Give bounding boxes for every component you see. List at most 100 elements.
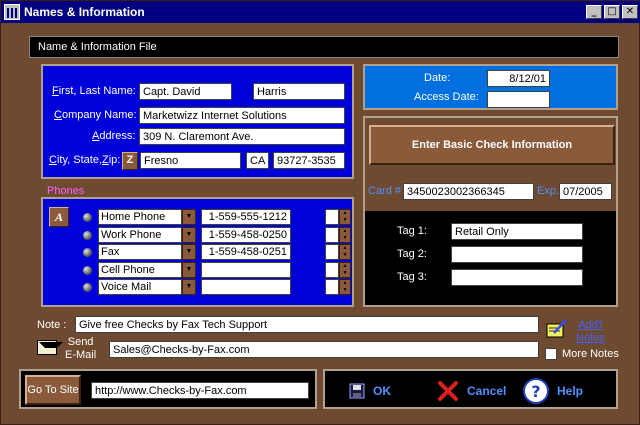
ok-label: OK [373, 384, 391, 398]
cancel-label: Cancel [467, 384, 507, 398]
phone-row: Home Phone ▼ 1-559-555-1212 ▲ ▼ [83, 209, 351, 225]
note-field[interactable]: Give free Checks by Fax Tech Support [75, 316, 539, 333]
website-panel: Go To Site http://www.Checks-by-Fax.com [19, 369, 317, 409]
phone-row: Voice Mail ▼ ▲ ▼ [83, 279, 351, 295]
help-button[interactable]: ? Help [523, 377, 583, 405]
first-name-field[interactable]: Capt. David [139, 83, 232, 100]
add-notes-link[interactable]: Add'l Notes [576, 319, 605, 345]
phone-row: Fax ▼ 1-559-458-0251 ▲ ▼ [83, 244, 351, 260]
name-address-panel: First, Last Name: Capt. David Harris Com… [41, 64, 354, 179]
bank-icon [4, 4, 20, 20]
svg-text:?: ? [531, 382, 540, 401]
notes-pencil-icon[interactable] [546, 319, 568, 339]
floppy-disk-icon [349, 383, 365, 399]
close-button[interactable]: ✕ [622, 5, 638, 19]
phones-label: Phones [47, 185, 85, 197]
phone-dial-icon[interactable] [83, 231, 92, 240]
phone-ext-field[interactable] [325, 209, 339, 225]
minimize-button[interactable]: _ [586, 5, 602, 19]
access-date-field[interactable] [487, 91, 550, 108]
spinner-icon[interactable]: ▲ ▼ [339, 227, 351, 243]
city-state-zip-label: City, State,Zip: [49, 154, 121, 166]
date-field[interactable]: 8/12/01 [487, 70, 550, 87]
tag1-label: Tag 1: [397, 225, 427, 237]
chevron-down-icon[interactable]: ▼ [182, 227, 196, 243]
phone-dial-icon[interactable] [83, 213, 92, 222]
tag2-field[interactable] [451, 246, 583, 263]
check-info-panel: Enter Basic Check Information Card # 345… [363, 116, 618, 307]
address-field[interactable]: 309 N. Claremont Ave. [139, 128, 345, 145]
exp-field[interactable]: 07/2005 [559, 183, 612, 200]
address-label: Address: [92, 130, 136, 142]
spinner-icon[interactable]: ▲ ▼ [339, 244, 351, 260]
window-controls: _ □ ✕ [586, 5, 638, 19]
help-question-icon: ? [523, 378, 549, 404]
cancel-x-icon [438, 381, 458, 401]
ok-button[interactable]: OK [349, 377, 391, 405]
chevron-down-icon[interactable]: ▼ [182, 209, 196, 225]
phone-row: Work Phone ▼ 1-559-458-0250 ▲ ▼ [83, 227, 351, 243]
tag-panel: Tag 1: Retail Only Tag 2: Tag 3: [365, 211, 616, 305]
state-field[interactable]: CA [246, 152, 269, 169]
maximize-button[interactable]: □ [604, 5, 620, 19]
phone-number-field[interactable] [201, 262, 291, 278]
access-date-label: Access Date: [414, 91, 479, 103]
window-title: Names & Information [24, 5, 145, 19]
tag3-label: Tag 3: [397, 271, 427, 283]
main-window: Names & Information _ □ ✕ Name & Informa… [0, 0, 640, 425]
phone-number-field[interactable]: 1-559-555-1212 [201, 209, 291, 225]
city-field[interactable]: Fresno [140, 152, 241, 169]
cancel-button[interactable]: Cancel [437, 377, 506, 405]
page-title: Name & Information File [38, 41, 157, 53]
company-name-field[interactable]: Marketwizz Internet Solutions [139, 107, 345, 124]
send-email-label-line1: Send [67, 336, 94, 348]
chevron-down-icon[interactable]: ▼ [182, 262, 196, 278]
more-notes-checkbox[interactable] [545, 348, 557, 360]
chevron-down-icon[interactable]: ▼ [182, 279, 196, 295]
phones-panel: A Home Phone ▼ 1-559-555-1212 ▲ ▼ Work Ph… [41, 197, 354, 307]
phone-type-select[interactable]: Home Phone [98, 209, 182, 225]
card-number-field[interactable]: 3450023002366345 [403, 183, 534, 200]
phone-type-select[interactable]: Voice Mail [98, 279, 182, 295]
spinner-icon[interactable]: ▲ ▼ [339, 262, 351, 278]
phone-ext-field[interactable] [325, 279, 339, 295]
phone-type-select[interactable]: Fax [98, 244, 182, 260]
date-label: Date: [424, 72, 451, 84]
website-url-field[interactable]: http://www.Checks-by-Fax.com [91, 382, 309, 399]
tag1-field[interactable]: Retail Only [451, 223, 583, 240]
phone-dial-icon[interactable] [83, 266, 92, 275]
date-panel: Date: 8/12/01 Access Date: [363, 64, 618, 110]
phone-ext-field[interactable] [325, 262, 339, 278]
phone-number-field[interactable]: 1-559-458-0250 [201, 227, 291, 243]
phone-type-select[interactable]: Work Phone [98, 227, 182, 243]
spinner-icon[interactable]: ▲ ▼ [339, 279, 351, 295]
phone-format-button[interactable]: A [49, 207, 69, 227]
page-header: Name & Information File [29, 36, 619, 58]
send-email-label: Send E-Mail [65, 336, 96, 362]
envelope-icon[interactable] [37, 340, 63, 355]
zip-field[interactable]: 93727-3535 [273, 152, 345, 169]
phone-number-field[interactable] [201, 279, 291, 295]
zip-lookup-button[interactable]: Z [122, 152, 138, 170]
exp-label: Exp. [537, 185, 560, 197]
tag3-field[interactable] [451, 269, 583, 286]
go-to-site-button[interactable]: Go To Site [25, 375, 81, 405]
phone-ext-field[interactable] [325, 244, 339, 260]
more-notes-label: More Notes [562, 348, 619, 360]
spinner-icon[interactable]: ▲ ▼ [339, 209, 351, 225]
chevron-down-icon[interactable]: ▼ [182, 244, 196, 260]
first-last-name-label: First, Last Name: [52, 85, 136, 97]
email-field[interactable]: Sales@Checks-by-Fax.com [109, 341, 539, 358]
tag2-label: Tag 2: [397, 248, 427, 260]
phone-dial-icon[interactable] [83, 248, 92, 257]
note-label: Note : [37, 319, 67, 331]
title-bar[interactable]: Names & Information _ □ ✕ [1, 1, 640, 23]
phone-number-field[interactable]: 1-559-458-0251 [201, 244, 291, 260]
company-name-label: Company Name: [54, 109, 137, 121]
phone-ext-field[interactable] [325, 227, 339, 243]
phone-dial-icon[interactable] [83, 283, 92, 292]
action-panel: OK Cancel ? Help [323, 369, 618, 409]
phone-type-select[interactable]: Cell Phone [98, 262, 182, 278]
last-name-field[interactable]: Harris [253, 83, 345, 100]
enter-check-info-button[interactable]: Enter Basic Check Information [369, 125, 615, 165]
